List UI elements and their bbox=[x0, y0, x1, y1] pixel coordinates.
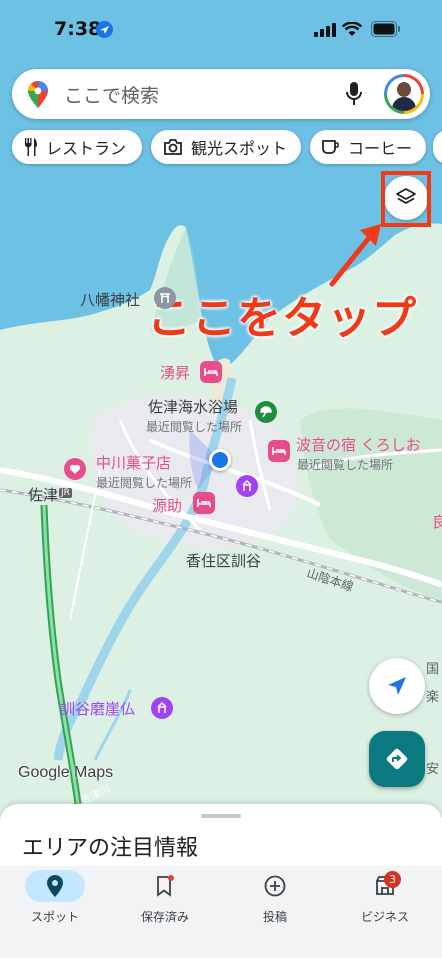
add-circle-icon bbox=[245, 870, 305, 902]
hotel-pin-icon[interactable] bbox=[268, 440, 290, 462]
signal-icon bbox=[314, 23, 336, 37]
wifi-icon bbox=[342, 22, 362, 36]
current-location-dot bbox=[209, 449, 231, 471]
edge-label: 楽 bbox=[426, 690, 440, 705]
my-location-button[interactable] bbox=[369, 658, 425, 714]
station-label[interactable]: 佐津 bbox=[28, 484, 58, 505]
edge-label: 安 bbox=[426, 762, 440, 777]
hotel-pin-icon[interactable] bbox=[193, 492, 215, 514]
status-time: 7:38 bbox=[54, 18, 102, 40]
place-sublabel: 最近閲覧した場所 bbox=[96, 476, 193, 490]
place-label-hachiman-shrine[interactable]: 八幡神社 bbox=[80, 289, 140, 310]
status-bar: 7:38 bbox=[0, 0, 442, 60]
sheet-drag-handle[interactable] bbox=[201, 814, 241, 818]
battery-icon bbox=[371, 21, 400, 37]
edge-label: 良 bbox=[432, 513, 442, 531]
sheet-title: エリアの注目情報 bbox=[22, 836, 199, 861]
place-label-nakagawa-shop[interactable]: 中川菓子店 bbox=[96, 452, 171, 473]
shop-pin-icon[interactable] bbox=[64, 458, 86, 480]
nav-label: 投稿 bbox=[262, 910, 287, 924]
nav-label: ビジネス bbox=[360, 910, 409, 924]
camera-icon bbox=[164, 139, 182, 155]
nav-label: スポット bbox=[30, 910, 79, 924]
navigation-arrow-icon bbox=[388, 677, 406, 695]
bottom-navigation: スポット 保存済み 投稿 3 ビジネス bbox=[0, 866, 442, 958]
microphone-icon[interactable] bbox=[346, 82, 362, 106]
nav-tab-explore[interactable]: スポット bbox=[0, 866, 110, 936]
nav-tab-contribute[interactable]: 投稿 bbox=[220, 866, 330, 936]
sight-pin-icon[interactable] bbox=[151, 697, 173, 719]
search-bar[interactable]: ここで検索 bbox=[12, 69, 430, 119]
bookmark-icon bbox=[135, 870, 195, 902]
place-label-satsu-beach[interactable]: 佐津海水浴場 bbox=[148, 396, 238, 417]
shrine-pin-icon[interactable] bbox=[154, 287, 176, 309]
station-badge: JR bbox=[59, 488, 72, 498]
coffee-icon bbox=[322, 140, 339, 154]
chip-restaurant[interactable]: レストラン bbox=[12, 130, 142, 164]
nav-label: 保存済み bbox=[140, 910, 189, 924]
avatar[interactable] bbox=[384, 74, 424, 114]
place-sublabel: 最近閲覧した場所 bbox=[297, 458, 394, 472]
place-label-kuroshio-inn[interactable]: 波音の宿 くろしお bbox=[296, 434, 421, 455]
chip-label: コーヒー bbox=[348, 139, 413, 158]
google-maps-watermark: Google Maps bbox=[18, 764, 114, 781]
chip-label: 観光スポット bbox=[191, 139, 288, 158]
chip-coffee[interactable]: コーヒー bbox=[310, 130, 426, 164]
annotation-arrow-icon bbox=[329, 224, 381, 287]
beach-pin-icon[interactable] bbox=[255, 401, 277, 423]
area-label-kasumi-kuntani[interactable]: 香住区訓谷 bbox=[186, 550, 261, 571]
annotation-text: ここをタップ bbox=[147, 293, 417, 344]
annotation-highlight-box bbox=[381, 171, 431, 227]
directions-icon bbox=[386, 748, 408, 770]
search-input[interactable]: ここで検索 bbox=[64, 81, 159, 108]
chip-sightseeing[interactable]: 観光スポット bbox=[151, 130, 301, 164]
place-label-kuntani-buddha[interactable]: 訓谷磨崖仏 bbox=[60, 698, 135, 719]
place-label-gensuke[interactable]: 源助 bbox=[152, 495, 182, 516]
chip-label: レストラン bbox=[46, 139, 127, 158]
location-pin-icon bbox=[25, 870, 85, 902]
nav-tab-saved[interactable]: 保存済み bbox=[110, 866, 220, 936]
nav-tab-business[interactable]: 3 ビジネス bbox=[330, 866, 440, 936]
location-arrow-icon bbox=[96, 21, 113, 38]
google-maps-logo-icon bbox=[28, 81, 48, 108]
edge-label: 国 bbox=[426, 662, 440, 677]
sight-pin-icon[interactable] bbox=[236, 475, 258, 497]
notification-badge: 3 bbox=[384, 871, 401, 888]
cutlery-icon bbox=[25, 138, 37, 156]
directions-button[interactable] bbox=[369, 731, 425, 787]
place-sublabel: 最近閲覧した場所 bbox=[146, 420, 243, 434]
place-label-yusho[interactable]: 湧昇 bbox=[160, 362, 190, 383]
hotel-pin-icon[interactable] bbox=[200, 361, 222, 383]
